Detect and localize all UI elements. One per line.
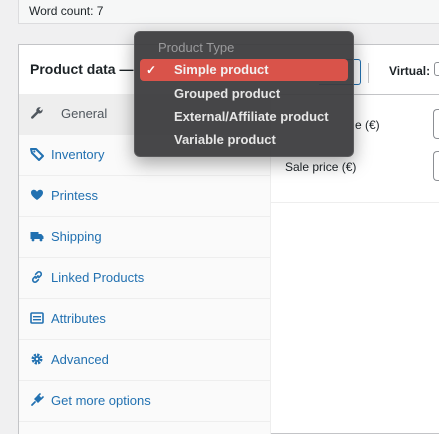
option-variable-product[interactable]: Variable product (140, 129, 348, 151)
tab-label: Attributes (51, 311, 106, 326)
tab-get-more-options[interactable]: Get more options (19, 381, 271, 422)
option-grouped-product[interactable]: Grouped product (140, 83, 348, 105)
tab-shipping[interactable]: Shipping (19, 217, 271, 258)
tab-label: Shipping (51, 229, 102, 244)
sale-price-row: Sale price (€) (271, 151, 439, 192)
sale-price-input[interactable] (433, 151, 439, 181)
regular-price-input[interactable] (433, 109, 439, 139)
tab-label: General (61, 106, 108, 121)
regular-price-label: e (€) (355, 118, 380, 132)
word-count-text: Word count: 7 (29, 4, 104, 18)
tab-printess[interactable]: Printess (19, 176, 271, 217)
dropdown-group-label: Product Type (158, 40, 235, 55)
content-divider (271, 202, 439, 203)
list-icon (30, 312, 44, 324)
tab-label: Get more options (51, 393, 151, 408)
option-external-affiliate-product[interactable]: External/Affiliate product (140, 106, 348, 128)
product-data-title: Product data — (30, 61, 134, 77)
option-label: External/Affiliate product (174, 109, 329, 124)
truck-icon (30, 232, 44, 242)
option-label: Grouped product (174, 86, 281, 101)
option-label: Variable product (174, 132, 276, 147)
product-type-dropdown: Product Type ✓ Simple product Grouped pr… (134, 31, 354, 157)
sale-price-label: Sale price (€) (285, 160, 357, 174)
tab-label: Printess (51, 188, 98, 203)
plugin-icon (31, 393, 44, 406)
option-label: Simple product (174, 62, 269, 77)
tag-icon (30, 148, 44, 161)
heart-icon (31, 189, 43, 200)
tab-linked-products[interactable]: Linked Products (19, 258, 271, 299)
virtual-checkbox[interactable] (434, 62, 439, 76)
checkmark-icon: ✓ (146, 63, 157, 77)
header-divider (368, 63, 369, 83)
tab-attributes[interactable]: Attributes (19, 299, 271, 340)
tab-label: Inventory (51, 147, 105, 162)
link-icon (31, 271, 43, 283)
wrench-icon (31, 107, 43, 119)
tab-label: Advanced (51, 352, 109, 367)
word-count-bar: Word count: 7 (18, 0, 439, 24)
tab-advanced[interactable]: Advanced (19, 340, 271, 381)
gear-icon (31, 353, 43, 365)
tab-label: Linked Products (51, 270, 145, 285)
option-simple-product[interactable]: ✓ Simple product (140, 59, 348, 81)
virtual-label: Virtual: (389, 64, 431, 78)
